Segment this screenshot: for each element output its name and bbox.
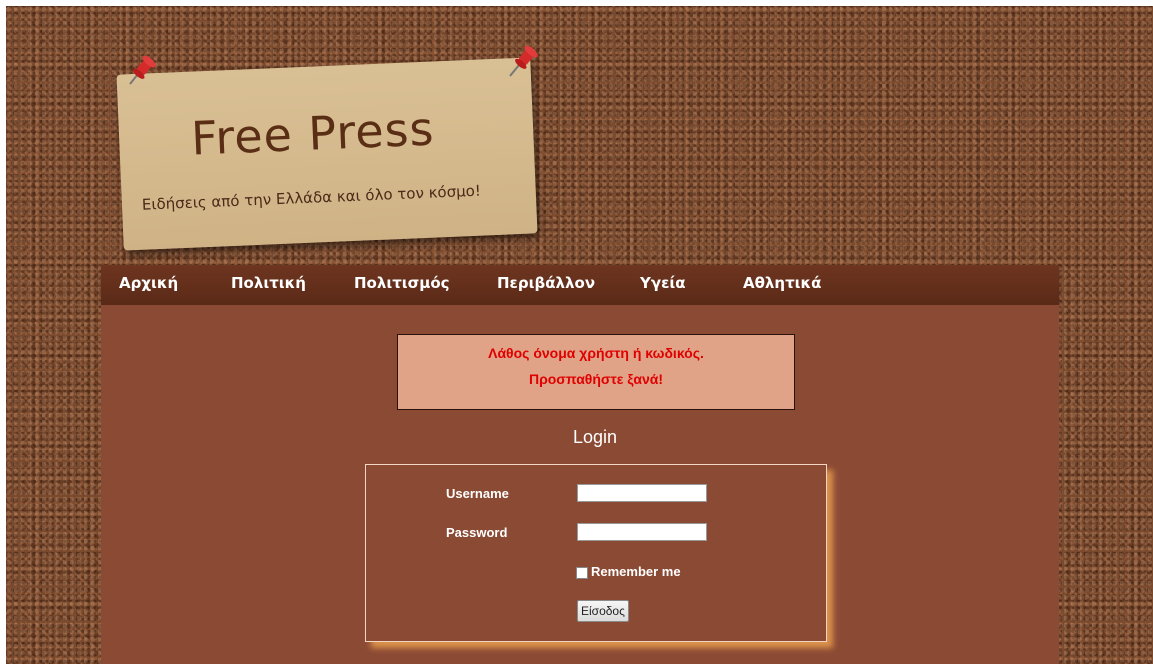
- error-message-line: Προσπαθήστε ξανά!: [528, 371, 664, 387]
- username-label: Username: [446, 486, 509, 501]
- login-submit-button[interactable]: Είσοδος: [577, 600, 629, 622]
- page-left-border: [0, 0, 6, 664]
- nav-item-home[interactable]: Αρχική: [119, 274, 178, 292]
- nav-item-health[interactable]: Υγεία: [640, 274, 686, 292]
- nav-item-environment[interactable]: Περιβάλλον: [497, 274, 595, 292]
- remember-me-label[interactable]: Remember me: [591, 564, 681, 579]
- site-title: Free Press: [190, 101, 436, 166]
- content-panel: Λάθος όνομα χρήστη ή κωδικός. Προσπαθήστ…: [101, 305, 1059, 664]
- error-message-line: Λάθος όνομα χρήστη ή κωδικός.: [488, 345, 704, 361]
- page-top-border: [0, 0, 1153, 6]
- login-title: Login: [572, 427, 618, 447]
- nav-item-politics[interactable]: Πολιτική: [231, 274, 306, 292]
- nav-item-sports[interactable]: Αθλητικά: [743, 274, 821, 292]
- remember-me-checkbox[interactable]: [576, 567, 588, 579]
- nav-item-culture[interactable]: Πολιτισμός: [354, 274, 450, 292]
- password-input[interactable]: [577, 523, 707, 541]
- header-note: Free Press Ειδήσεις από την Ελλάδα και ό…: [116, 57, 538, 251]
- error-message-box: Λάθος όνομα χρήστη ή κωδικός. Προσπαθήστ…: [397, 334, 795, 410]
- pushpin-icon: [129, 55, 156, 85]
- main-nav: Αρχική Πολιτική Πολιτισμός Περιβάλλον Υγ…: [101, 265, 1059, 305]
- username-input[interactable]: [577, 484, 707, 502]
- login-form: Username Password Remember me Είσοδος: [365, 464, 827, 642]
- password-label: Password: [446, 525, 508, 540]
- pushpin-icon: [509, 45, 538, 77]
- site-subtitle: Ειδήσεις από την Ελλάδα και όλο τον κόσμ…: [141, 181, 482, 214]
